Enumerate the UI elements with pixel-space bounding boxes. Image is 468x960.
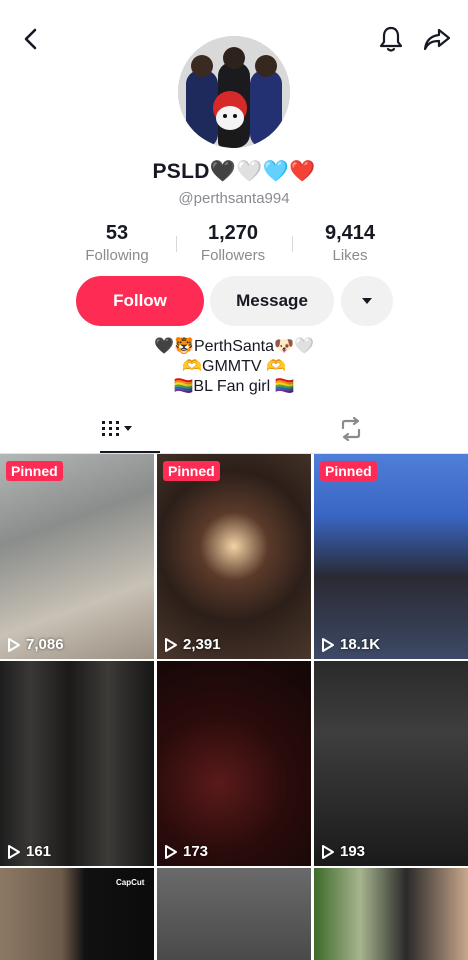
profile-display-name: PSLD🖤🤍🩵❤️ bbox=[152, 160, 316, 183]
video-thumbnail[interactable]: 161 bbox=[0, 661, 154, 866]
tab-reposts[interactable] bbox=[234, 408, 468, 454]
view-count-value: 7,086 bbox=[26, 636, 64, 653]
view-count-value: 193 bbox=[340, 843, 366, 860]
bio-line: 🏳️‍🌈BL Fan girl 🏳️‍🌈 bbox=[173, 378, 295, 395]
capcut-watermark: CapCut bbox=[116, 878, 145, 887]
play-icon bbox=[165, 637, 177, 652]
pinned-badge: Pinned bbox=[6, 461, 63, 481]
tab-active-indicator bbox=[100, 451, 160, 453]
view-count: 161 bbox=[7, 843, 51, 860]
stat-label: Following bbox=[85, 247, 149, 264]
chevron-left-icon[interactable] bbox=[14, 22, 48, 56]
video-thumbnail[interactable]: Pinned 7,086 bbox=[0, 454, 154, 659]
view-count: 7,086 bbox=[7, 636, 64, 653]
content-tabs bbox=[0, 408, 468, 454]
grid-icon bbox=[100, 418, 134, 445]
stat-likes[interactable]: 9,414 Likes bbox=[290, 222, 410, 264]
video-grid: Pinned 7,086 Pinned 2,391 Pinned 18.1K 1… bbox=[0, 454, 468, 960]
play-icon bbox=[322, 844, 334, 859]
profile-stats: 53 Following 1,270 Followers 9,414 Likes bbox=[0, 222, 468, 268]
stat-value: 1,270 bbox=[207, 222, 259, 244]
stat-followers[interactable]: 1,270 Followers bbox=[173, 222, 293, 264]
more-options-button[interactable] bbox=[341, 276, 393, 326]
stat-value: 53 bbox=[105, 222, 129, 244]
pinned-badge: Pinned bbox=[320, 461, 377, 481]
share-arrow-icon[interactable] bbox=[420, 22, 454, 56]
play-icon bbox=[8, 844, 20, 859]
tab-videos[interactable] bbox=[0, 408, 234, 454]
view-count-value: 161 bbox=[26, 843, 52, 860]
caret-down-icon bbox=[360, 291, 374, 311]
view-count-value: 2,391 bbox=[183, 636, 221, 653]
message-button[interactable]: Message bbox=[210, 276, 334, 326]
stat-label: Likes bbox=[332, 247, 368, 264]
video-thumbnail[interactable]: 173 bbox=[157, 661, 311, 866]
stat-value: 9,414 bbox=[324, 222, 376, 244]
video-thumbnail[interactable]: Pinned 18.1K bbox=[314, 454, 468, 659]
view-count: 2,391 bbox=[164, 636, 221, 653]
stat-label: Followers bbox=[200, 247, 266, 264]
view-count-value: 173 bbox=[183, 843, 209, 860]
view-count-value: 18.1K bbox=[340, 636, 381, 653]
play-icon bbox=[8, 637, 20, 652]
pinned-badge: Pinned bbox=[163, 461, 220, 481]
profile-handle: @perthsanta994 bbox=[178, 190, 290, 207]
view-count: 173 bbox=[164, 843, 208, 860]
play-icon bbox=[165, 844, 177, 859]
repost-icon bbox=[338, 416, 364, 446]
video-thumbnail[interactable]: CapCut bbox=[0, 868, 154, 960]
follow-button[interactable]: Follow bbox=[76, 276, 204, 326]
view-count: 193 bbox=[321, 843, 365, 860]
bio-line: 🖤🐯PerthSanta🐶🤍 bbox=[154, 338, 314, 355]
video-thumbnail[interactable]: 193 bbox=[314, 661, 468, 866]
bell-icon[interactable] bbox=[374, 22, 408, 56]
video-thumbnail[interactable]: Pinned 2,391 bbox=[157, 454, 311, 659]
view-count: 18.1K bbox=[321, 636, 380, 653]
bio-line: 🫶GMMTV 🫶 bbox=[182, 358, 286, 375]
play-icon bbox=[322, 637, 334, 652]
video-thumbnail[interactable] bbox=[314, 868, 468, 960]
avatar[interactable] bbox=[178, 36, 290, 148]
stat-following[interactable]: 53 Following bbox=[57, 222, 177, 264]
video-thumbnail[interactable] bbox=[157, 868, 311, 960]
